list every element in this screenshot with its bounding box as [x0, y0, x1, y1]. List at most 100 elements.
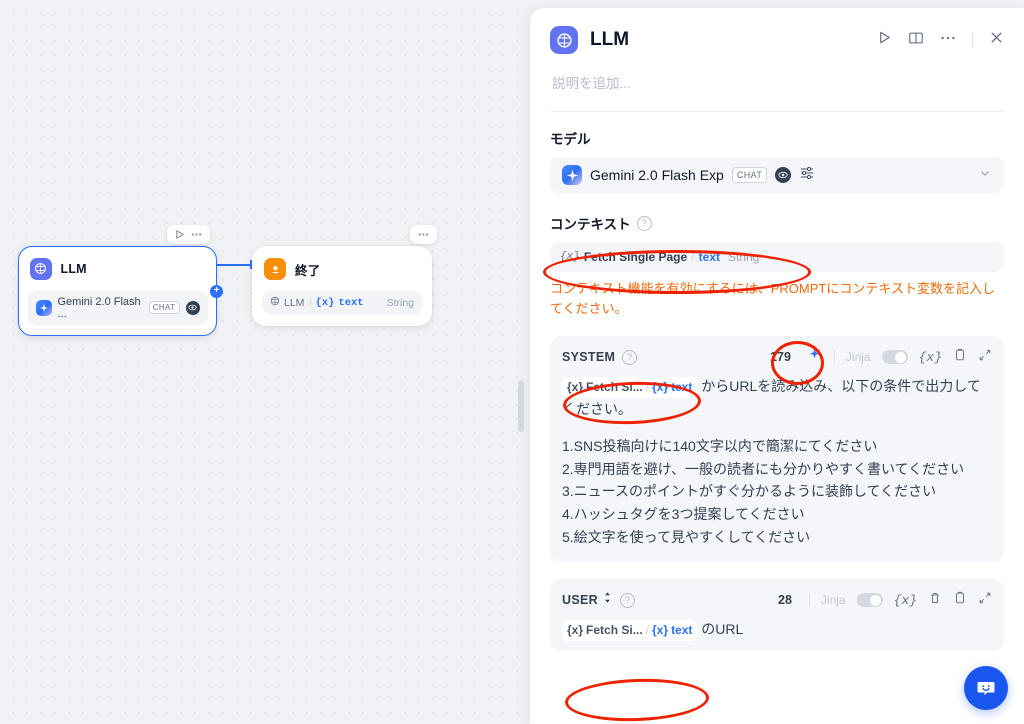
- prompt-variable-pill: {x} Fetch Si... / {x} text: [562, 619, 698, 642]
- node-end-var-separator: /: [308, 296, 312, 309]
- pill-node-name: Fetch Si...: [586, 622, 643, 637]
- node-toolbar-llm[interactable]: [167, 225, 210, 244]
- chat-smiley-icon[interactable]: [964, 666, 1008, 710]
- jinja-label: Jinja: [845, 350, 871, 365]
- help-book-icon[interactable]: [908, 30, 924, 51]
- prompt-system-lines: 1.SNS投稿向けに140文字以内で簡潔にてください 2.専門用語を避け、一般の…: [562, 435, 992, 548]
- ellipsis-icon[interactable]: [417, 229, 430, 240]
- node-toolbar-end[interactable]: [410, 225, 437, 244]
- prompt-char-count: 28: [778, 593, 792, 608]
- chevron-down-icon[interactable]: [978, 166, 992, 185]
- node-end-header: 終了: [262, 256, 422, 280]
- end-node-icon: [264, 258, 286, 280]
- prompt-line: 4.ハッシュタグを3つ提案してください: [562, 505, 805, 522]
- prompt-card-user[interactable]: USER ? 28 Jinja {x} {x} Fetch Si... / {x…: [550, 579, 1004, 652]
- node-llm-model-tag: CHAT: [148, 301, 180, 314]
- variable-icon[interactable]: {x}: [919, 350, 942, 365]
- node-llm-header: LLM: [28, 256, 208, 280]
- eye-icon: [185, 300, 200, 315]
- prompt-line: 2.専門用語を避け、一般の読者にも分かりやすく書いてください: [562, 460, 965, 477]
- node-end-title: 終了: [295, 263, 321, 278]
- llm-inline-icon: [270, 296, 280, 309]
- node-llm-output-port[interactable]: +: [210, 284, 223, 298]
- node-end-var-prefix: {x}: [315, 296, 335, 309]
- jinja-toggle[interactable]: [856, 593, 883, 608]
- pill-separator: /: [645, 622, 650, 637]
- question-icon[interactable]: ?: [619, 592, 635, 608]
- panel-header: LLM 説明を追加...: [530, 8, 1024, 112]
- prompt-user-header: USER ? 28 Jinja {x}: [562, 589, 992, 611]
- model-name: Gemini 2.0 Flash Exp: [590, 167, 724, 183]
- tool-divider: [833, 350, 835, 365]
- app-root: LLM Gemini 2.0 Flash ... CHAT + 終了 LLM /…: [0, 0, 1024, 724]
- sort-icon[interactable]: [602, 591, 613, 609]
- node-llm[interactable]: LLM Gemini 2.0 Flash ... CHAT +: [18, 246, 223, 336]
- model-tag-chat: CHAT: [731, 167, 768, 183]
- page-title: LLM: [590, 29, 630, 50]
- prompt-char-count: 179: [770, 350, 791, 365]
- prompt-text-after-pill: のURL: [697, 621, 744, 638]
- more-icon[interactable]: [940, 31, 956, 50]
- node-end-var-name: text: [338, 296, 364, 309]
- sparkle-icon[interactable]: [808, 347, 823, 367]
- variable-icon[interactable]: {x}: [894, 593, 917, 608]
- panel-header-actions: [877, 30, 1004, 51]
- node-llm-title: LLM: [60, 261, 87, 276]
- jinja-label: Jinja: [820, 593, 846, 608]
- node-end-variable-row[interactable]: LLM / {x} text String: [262, 291, 422, 314]
- delete-icon[interactable]: [928, 591, 942, 610]
- llm-node-icon: [550, 26, 578, 54]
- pill-prefix: {x}: [567, 379, 584, 394]
- panel-body: モデル Gemini 2.0 Flash Exp CHAT コンテキスト ? {…: [530, 112, 1024, 652]
- close-icon[interactable]: [989, 30, 1004, 50]
- prompt-role-label: USER: [562, 593, 598, 608]
- node-llm-model-row[interactable]: Gemini 2.0 Flash ... CHAT: [27, 290, 208, 325]
- ellipsis-icon[interactable]: [190, 229, 203, 240]
- expand-icon[interactable]: [978, 591, 992, 610]
- prompt-user-body[interactable]: {x} Fetch Si... / {x} text のURL: [562, 618, 992, 642]
- question-icon[interactable]: ?: [636, 215, 652, 231]
- prompt-line: 5.絵文字を使って見やすくしてください: [562, 528, 811, 545]
- eye-icon[interactable]: [775, 167, 792, 183]
- llm-node-icon: [29, 257, 52, 280]
- description-input[interactable]: 説明を追加...: [552, 72, 1002, 92]
- play-icon[interactable]: [174, 229, 185, 240]
- model-label-text: モデル: [550, 132, 591, 147]
- workflow-canvas[interactable]: LLM Gemini 2.0 Flash ... CHAT + 終了 LLM /…: [0, 0, 530, 724]
- copy-icon[interactable]: [953, 591, 967, 610]
- context-variable-field[interactable]: {x} Fetch Single Page / text String: [550, 242, 1004, 272]
- pill-node-name: Fetch Si...: [586, 379, 643, 394]
- node-end-var-source: LLM: [284, 296, 305, 309]
- context-section-label: コンテキスト ?: [550, 213, 1004, 233]
- prompt-role-label: SYSTEM: [562, 350, 616, 365]
- context-var-name: text: [698, 250, 720, 264]
- pill-var-prefix: {x}: [652, 379, 669, 394]
- expand-icon[interactable]: [978, 348, 992, 367]
- pill-prefix: {x}: [567, 622, 584, 637]
- context-node-name: Fetch Single Page: [583, 250, 688, 264]
- context-separator: /: [691, 250, 695, 264]
- pill-var-name: text: [671, 622, 693, 637]
- canvas-scrollbar[interactable]: [518, 380, 524, 432]
- header-divider: [972, 31, 973, 49]
- copy-icon[interactable]: [953, 348, 967, 367]
- model-selector[interactable]: Gemini 2.0 Flash Exp CHAT: [550, 157, 1004, 193]
- run-icon[interactable]: [877, 30, 892, 50]
- pill-var-name: text: [671, 379, 693, 394]
- gemini-icon: [35, 299, 52, 316]
- prompt-line: 3.ニュースのポイントがすぐ分かるように装飾してください: [562, 483, 937, 500]
- context-warning-text: コンテキスト機能を有効にするには、PROMPTにコンテキスト変数を記入してくださ…: [550, 281, 995, 317]
- prompt-system-body[interactable]: {x} Fetch Si... / {x} text からURLを読み込み、以下…: [562, 375, 992, 548]
- prompt-card-system[interactable]: SYSTEM ? 179 Jinja {x} {x} Fetch Si... /…: [550, 336, 1004, 563]
- model-section-label: モデル: [550, 128, 1004, 148]
- gemini-icon: [562, 165, 582, 185]
- context-label-text: コンテキスト: [550, 217, 631, 232]
- jinja-toggle[interactable]: [881, 350, 908, 365]
- node-end-var-type: String: [386, 296, 414, 309]
- question-icon[interactable]: ?: [622, 349, 638, 365]
- node-end[interactable]: 終了 LLM / {x} text String: [252, 246, 432, 326]
- prompt-system-header: SYSTEM ? 179 Jinja {x}: [562, 346, 992, 368]
- context-var-type: String: [728, 250, 760, 264]
- sliders-icon[interactable]: [799, 165, 815, 186]
- tool-divider: [808, 593, 810, 608]
